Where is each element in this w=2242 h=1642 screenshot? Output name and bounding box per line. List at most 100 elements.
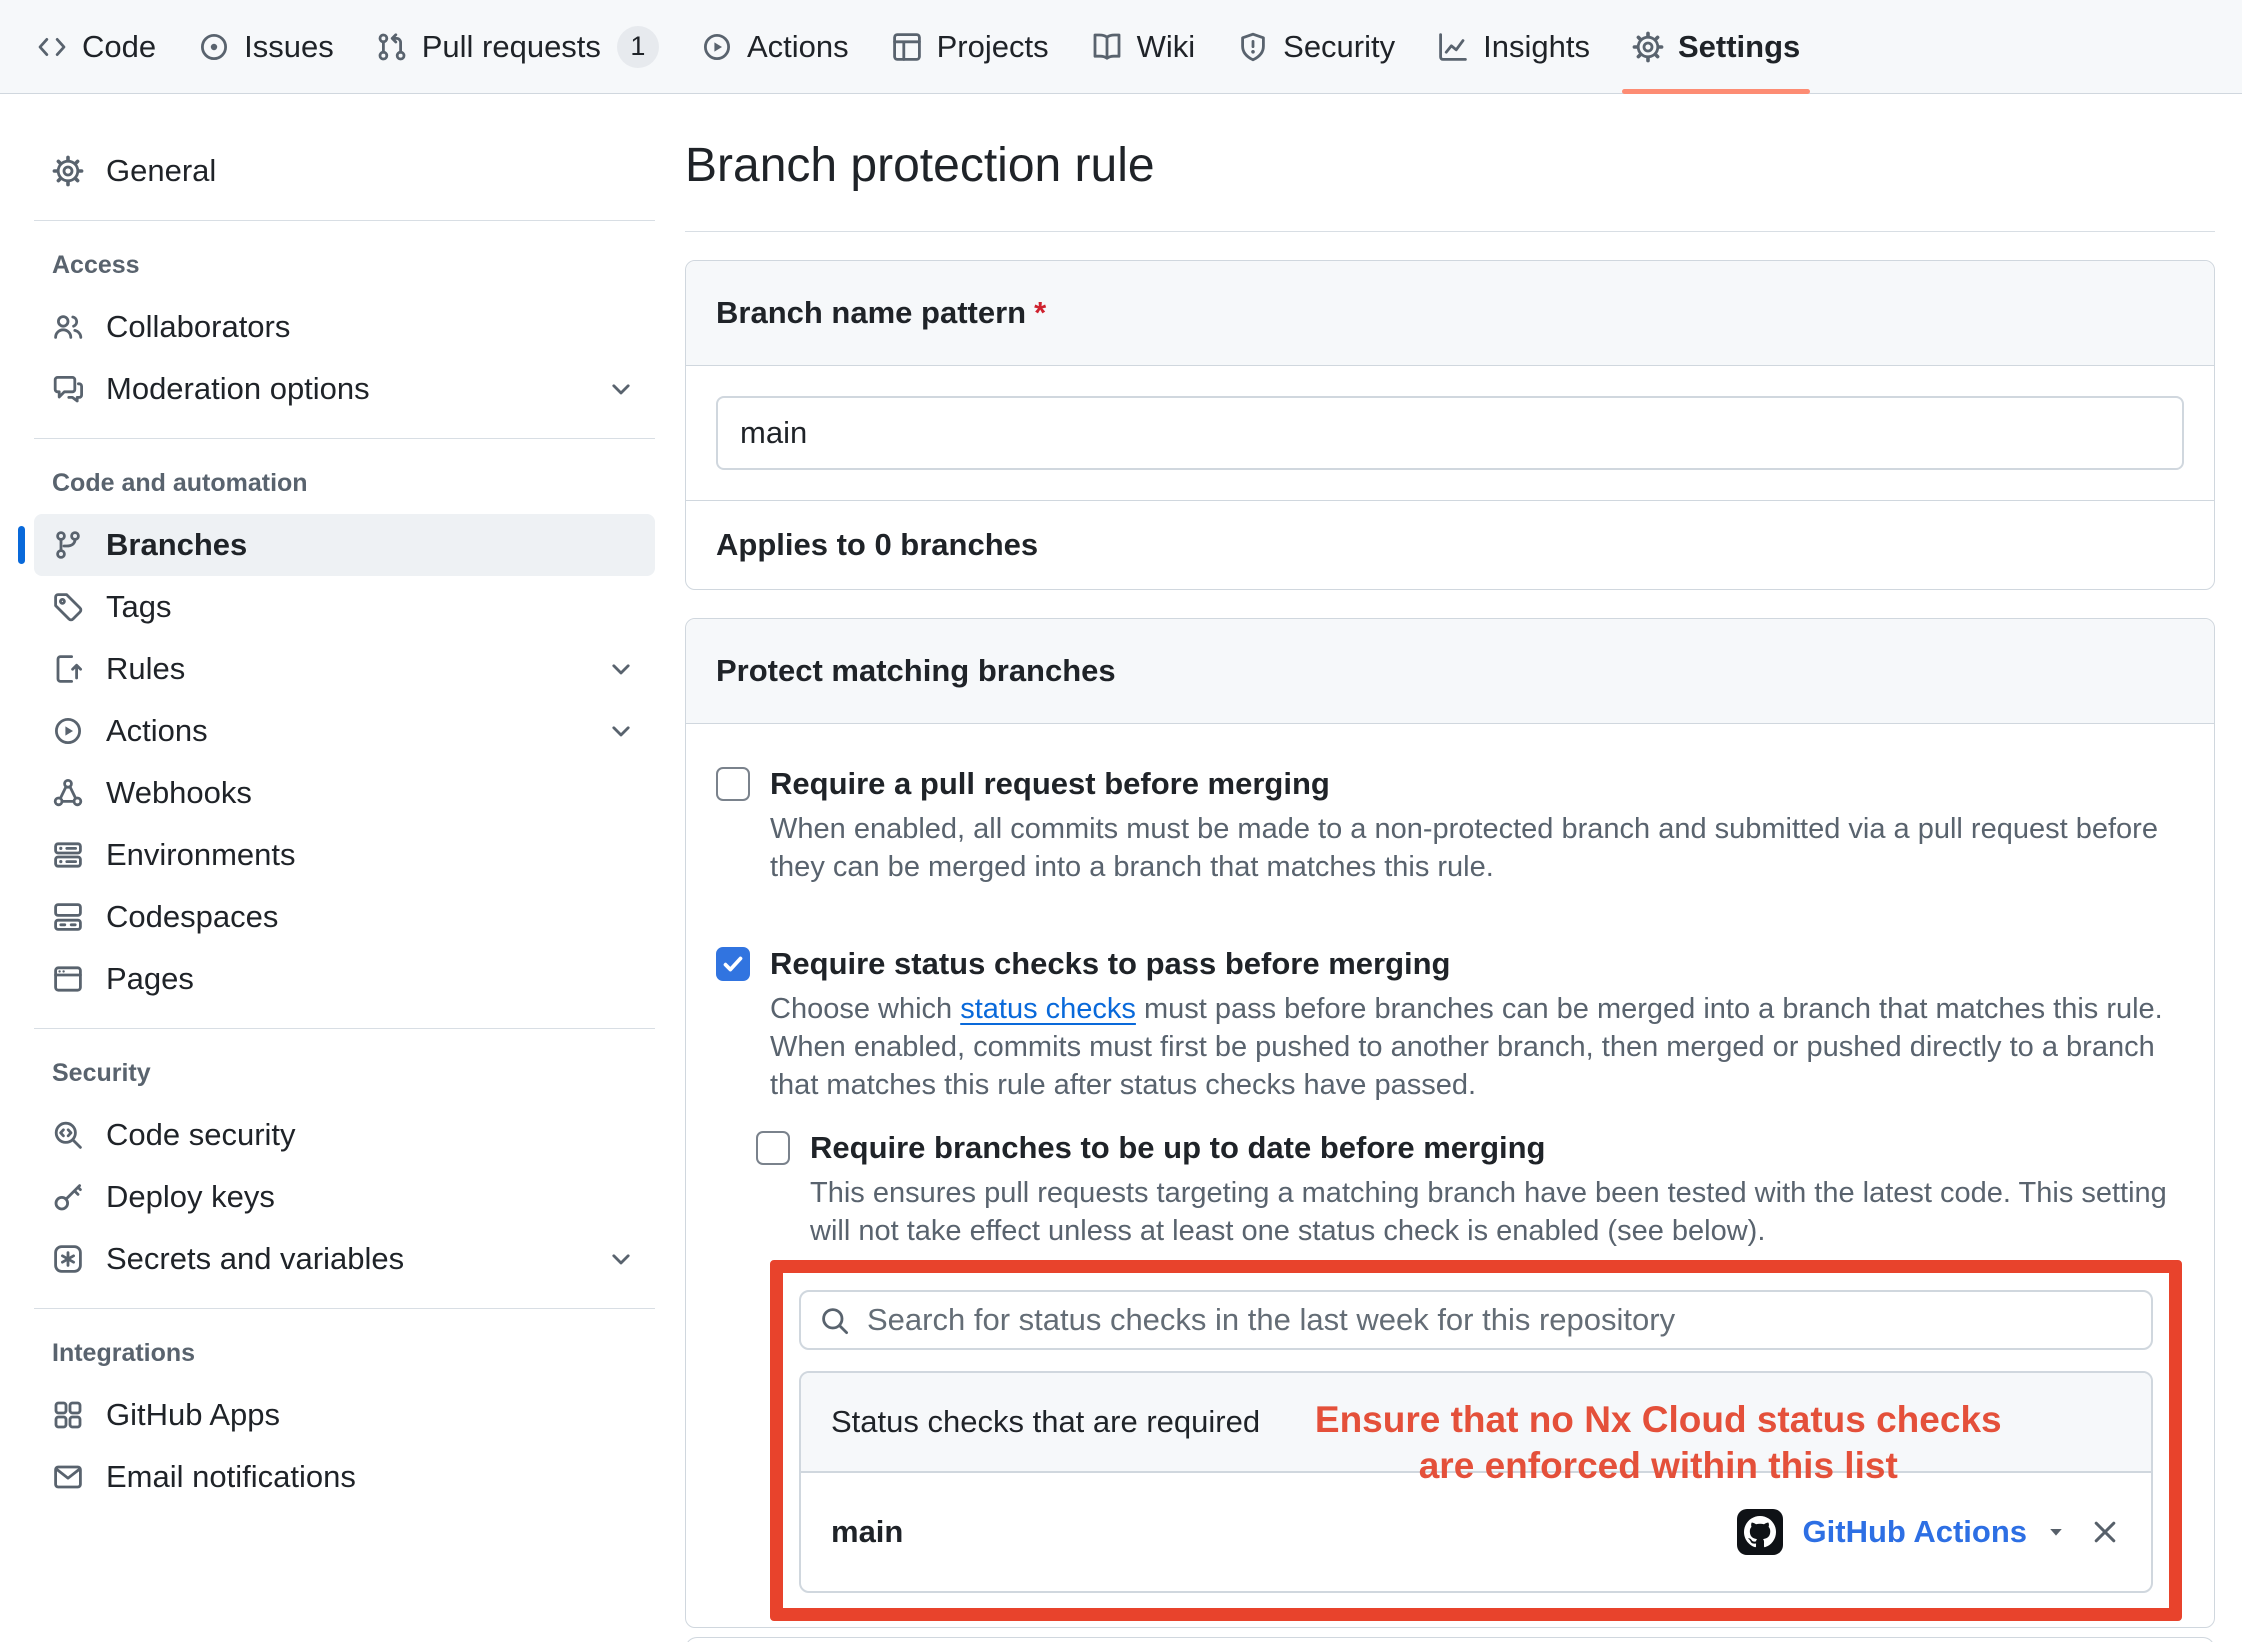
setting-label: Require branches to be up to date before… (810, 1128, 2184, 1168)
protect-matching-branches-header: Protect matching branches (686, 619, 2214, 724)
tab-label: Actions (747, 29, 849, 65)
page-title: Branch protection rule (685, 138, 2215, 193)
sidebar-item-codespaces[interactable]: Codespaces (34, 886, 655, 948)
sidebar-section-access: Access (52, 251, 655, 280)
rules-icon (52, 653, 84, 685)
search-icon (819, 1305, 851, 1337)
sidebar-section-code-automation: Code and automation (52, 469, 655, 498)
annotation-highlight-box: Status checks that are required Ensure t… (770, 1260, 2182, 1621)
sidebar-item-label: Secrets and variables (106, 1241, 404, 1277)
settings-sidebar: General Access Collaborators Moderation … (0, 94, 655, 1642)
sidebar-item-label: Branches (106, 527, 247, 563)
tab-label: Pull requests (422, 29, 601, 65)
setting-require-status-checks: Require status checks to pass before mer… (716, 944, 2184, 1104)
description-text: Choose which (770, 993, 960, 1025)
sidebar-divider (34, 1308, 655, 1309)
sidebar-item-collaborators[interactable]: Collaborators (34, 296, 655, 358)
comment-discussion-icon (52, 373, 84, 405)
require-pull-request-checkbox[interactable] (716, 767, 750, 801)
sidebar-divider (34, 1028, 655, 1029)
tag-icon (52, 591, 84, 623)
sidebar-item-label: Email notifications (106, 1459, 356, 1495)
server-icon (52, 839, 84, 871)
sidebar-item-label: Tags (106, 589, 171, 625)
tab-pull-requests[interactable]: Pull requests 1 (358, 0, 677, 93)
graph-icon (1437, 31, 1469, 63)
required-asterisk: * (1034, 295, 1046, 330)
annotation-text: Ensure that no Nx Cloud status checks ar… (1260, 1397, 2057, 1489)
sidebar-item-email-notifications[interactable]: Email notifications (34, 1446, 655, 1508)
sidebar-item-webhooks[interactable]: Webhooks (34, 762, 655, 824)
status-checks-search-input[interactable] (799, 1290, 2153, 1350)
mail-icon (52, 1461, 84, 1493)
tab-settings[interactable]: Settings (1614, 0, 1818, 93)
github-actions-link[interactable]: GitHub Actions (1803, 1514, 2027, 1550)
sidebar-item-tags[interactable]: Tags (34, 576, 655, 638)
status-check-name: main (831, 1514, 903, 1550)
tab-wiki[interactable]: Wiki (1073, 0, 1214, 93)
tab-label: Issues (244, 29, 334, 65)
sidebar-item-github-apps[interactable]: GitHub Apps (34, 1384, 655, 1446)
sidebar-item-label: Collaborators (106, 309, 290, 345)
branch-name-pattern-input[interactable] (716, 396, 2184, 470)
sidebar-item-label: Deploy keys (106, 1179, 275, 1215)
tab-insights[interactable]: Insights (1419, 0, 1608, 93)
github-mark-icon (1737, 1509, 1783, 1555)
tab-security[interactable]: Security (1219, 0, 1413, 93)
sidebar-section-security: Security (52, 1059, 655, 1088)
setting-description: When enabled, all commits must be made t… (770, 810, 2184, 886)
tab-label: Insights (1483, 29, 1590, 65)
pull-requests-count-badge: 1 (617, 26, 659, 68)
play-icon (701, 31, 733, 63)
title-divider (685, 231, 2215, 232)
tab-label: Settings (1678, 29, 1800, 65)
annotation-line-1: Ensure that no Nx Cloud status checks (1260, 1397, 2057, 1443)
branch-name-pattern-label: Branch name pattern (716, 295, 1026, 330)
git-pull-request-icon (376, 31, 408, 63)
sidebar-section-integrations: Integrations (52, 1339, 655, 1368)
status-checks-link[interactable]: status checks (960, 993, 1136, 1025)
sidebar-divider (34, 220, 655, 221)
require-status-checks-checkbox[interactable] (716, 947, 750, 981)
tab-actions[interactable]: Actions (683, 0, 867, 93)
sidebar-item-secrets-variables[interactable]: Secrets and variables (34, 1228, 655, 1290)
sidebar-item-code-security[interactable]: Code security (34, 1104, 655, 1166)
sidebar-item-general[interactable]: General (34, 140, 655, 202)
sidebar-item-environments[interactable]: Environments (34, 824, 655, 886)
key-icon (52, 1181, 84, 1213)
applies-to-branches-text: Applies to 0 branches (686, 500, 2214, 589)
sidebar-item-label: Actions (106, 713, 208, 749)
sidebar-item-actions[interactable]: Actions (34, 700, 655, 762)
chevron-down-icon[interactable] (605, 715, 637, 747)
sidebar-item-moderation-options[interactable]: Moderation options (34, 358, 655, 420)
require-up-to-date-checkbox[interactable] (756, 1131, 790, 1165)
sidebar-item-label: Rules (106, 651, 185, 687)
sidebar-item-deploy-keys[interactable]: Deploy keys (34, 1166, 655, 1228)
shield-icon (1237, 31, 1269, 63)
branch-name-pattern-header: Branch name pattern* (686, 261, 2214, 366)
setting-label: Require a pull request before merging (770, 764, 2184, 804)
repo-tab-bar: Code Issues Pull requests 1 Actions Proj… (0, 0, 2242, 94)
tab-projects[interactable]: Projects (873, 0, 1067, 93)
sidebar-item-branches[interactable]: Branches (34, 514, 655, 576)
code-icon (36, 31, 68, 63)
tab-label: Wiki (1137, 29, 1196, 65)
caret-down-icon[interactable] (2045, 1521, 2067, 1543)
sidebar-item-rules[interactable]: Rules (34, 638, 655, 700)
tab-code[interactable]: Code (18, 0, 174, 93)
chevron-down-icon[interactable] (605, 653, 637, 685)
remove-status-check-icon[interactable] (2089, 1516, 2121, 1548)
people-icon (52, 311, 84, 343)
sidebar-item-label: Pages (106, 961, 194, 997)
chevron-down-icon[interactable] (605, 373, 637, 405)
git-branch-icon (52, 529, 84, 561)
secrets-icon (52, 1243, 84, 1275)
chevron-down-icon[interactable] (605, 1243, 637, 1275)
status-checks-list-header-label: Status checks that are required (831, 1404, 1260, 1440)
branch-protection-content: Branch protection rule Branch name patte… (655, 94, 2242, 1642)
sidebar-item-label: Codespaces (106, 899, 278, 935)
tab-issues[interactable]: Issues (180, 0, 352, 93)
code-security-icon (52, 1119, 84, 1151)
sidebar-item-label: GitHub Apps (106, 1397, 280, 1433)
sidebar-item-pages[interactable]: Pages (34, 948, 655, 1010)
